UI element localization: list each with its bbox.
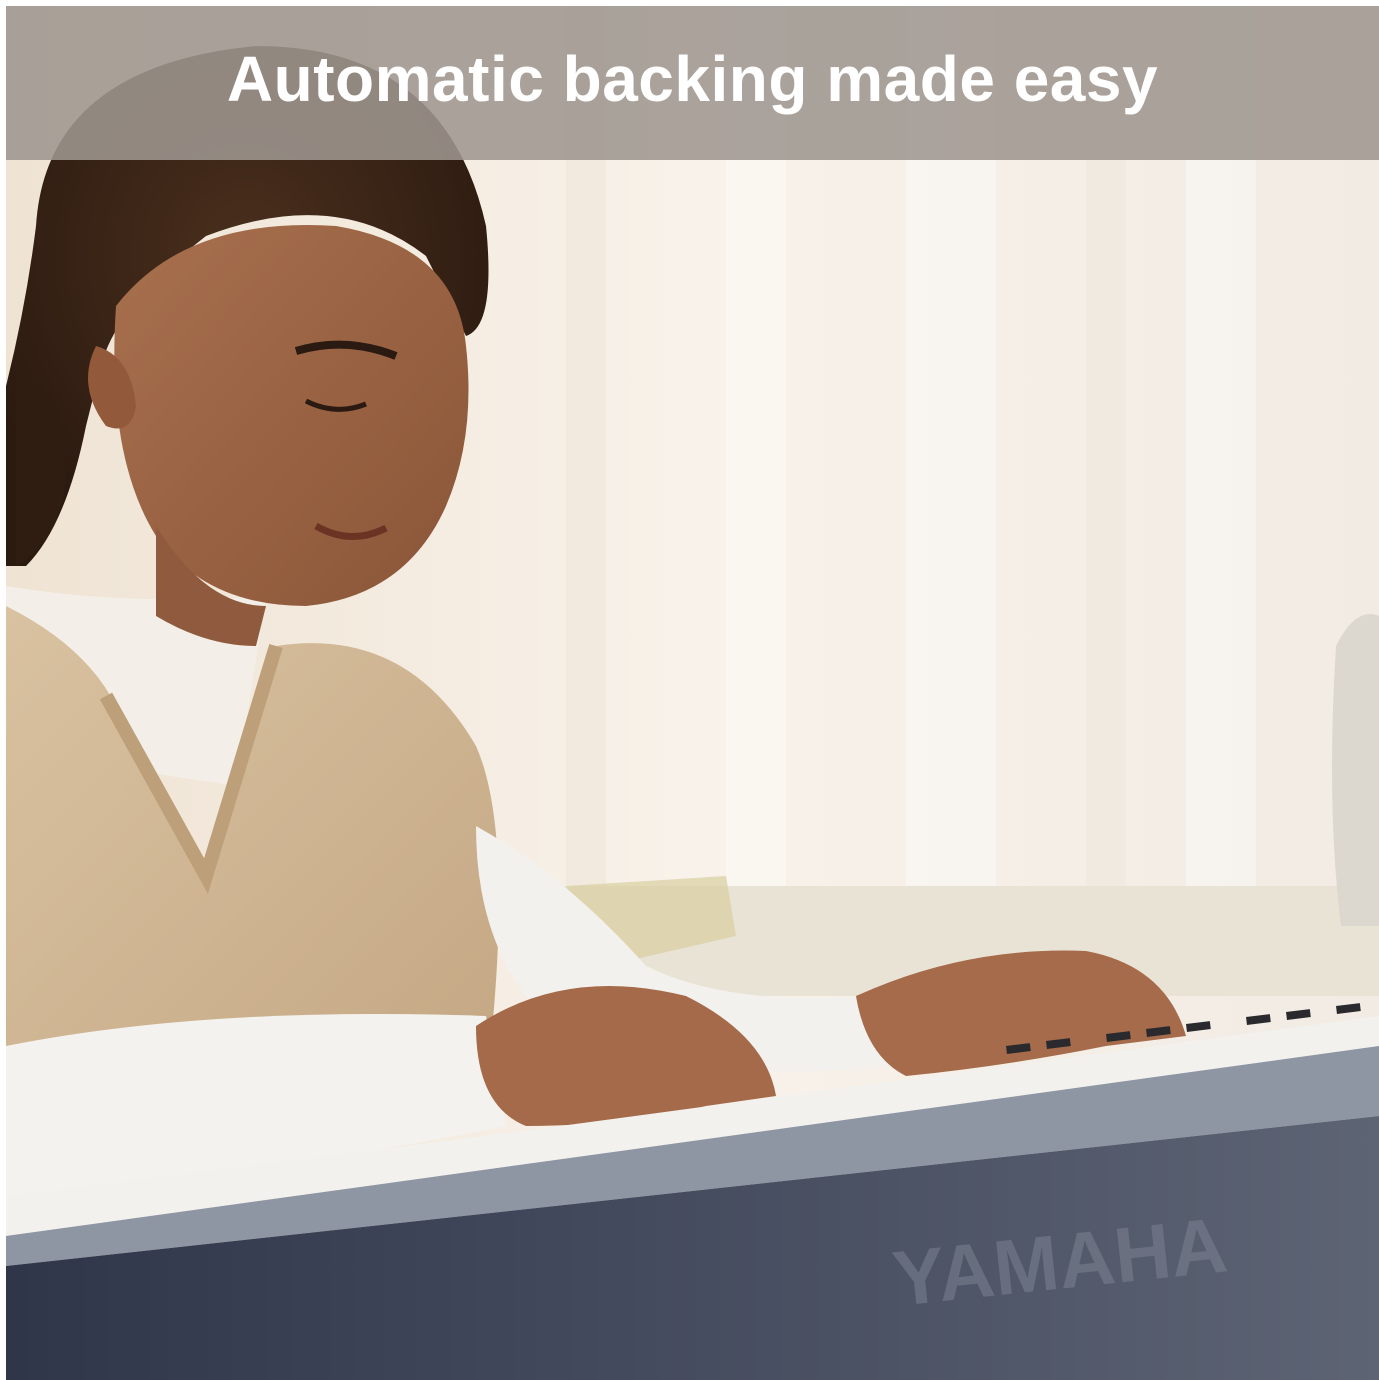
product-photo: YAMAHA bbox=[6, 6, 1379, 1380]
photo-frame: YAMAHA Automatic backing made easy bbox=[6, 6, 1379, 1380]
title-banner: Automatic backing made easy bbox=[6, 6, 1379, 160]
banner-title: Automatic backing made easy bbox=[226, 43, 1159, 115]
background-bag bbox=[1332, 614, 1379, 926]
